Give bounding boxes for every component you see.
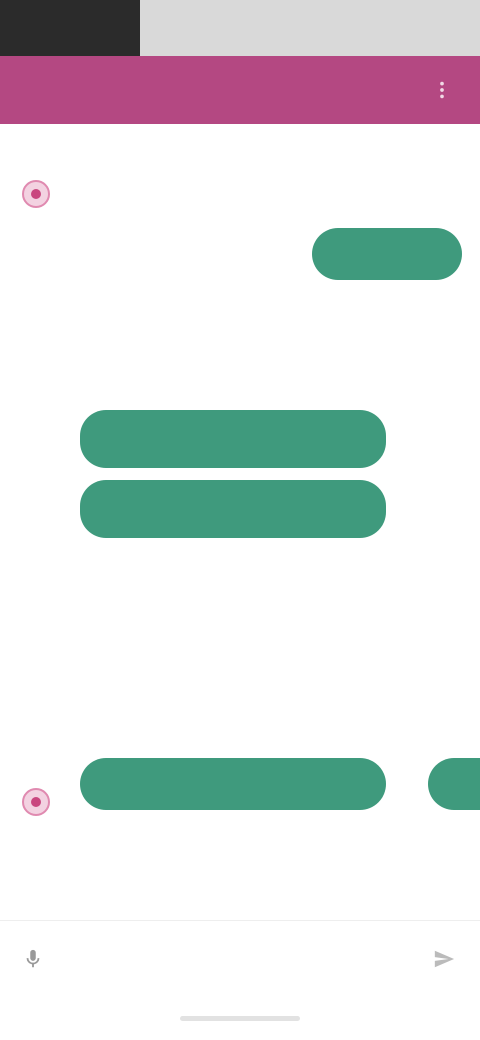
app-header [0, 56, 480, 124]
bot-avatar [22, 180, 50, 208]
status-bar [0, 0, 480, 56]
card-action-button[interactable] [80, 758, 386, 810]
carousel-card [80, 600, 390, 830]
navigation-bar [0, 996, 480, 1040]
option-2-button[interactable] [80, 480, 386, 538]
bot-avatar [22, 788, 50, 816]
message-composer [0, 920, 480, 996]
send-icon[interactable] [426, 941, 462, 977]
card-action-button[interactable] [428, 758, 480, 810]
message-input[interactable] [60, 938, 426, 979]
home-handle[interactable] [180, 1015, 300, 1021]
carousel-card [428, 600, 480, 830]
option-1-button[interactable] [80, 410, 386, 468]
mic-icon[interactable] [18, 944, 48, 974]
user-reply-bubble [312, 228, 462, 280]
more-vert-icon[interactable] [424, 72, 460, 108]
